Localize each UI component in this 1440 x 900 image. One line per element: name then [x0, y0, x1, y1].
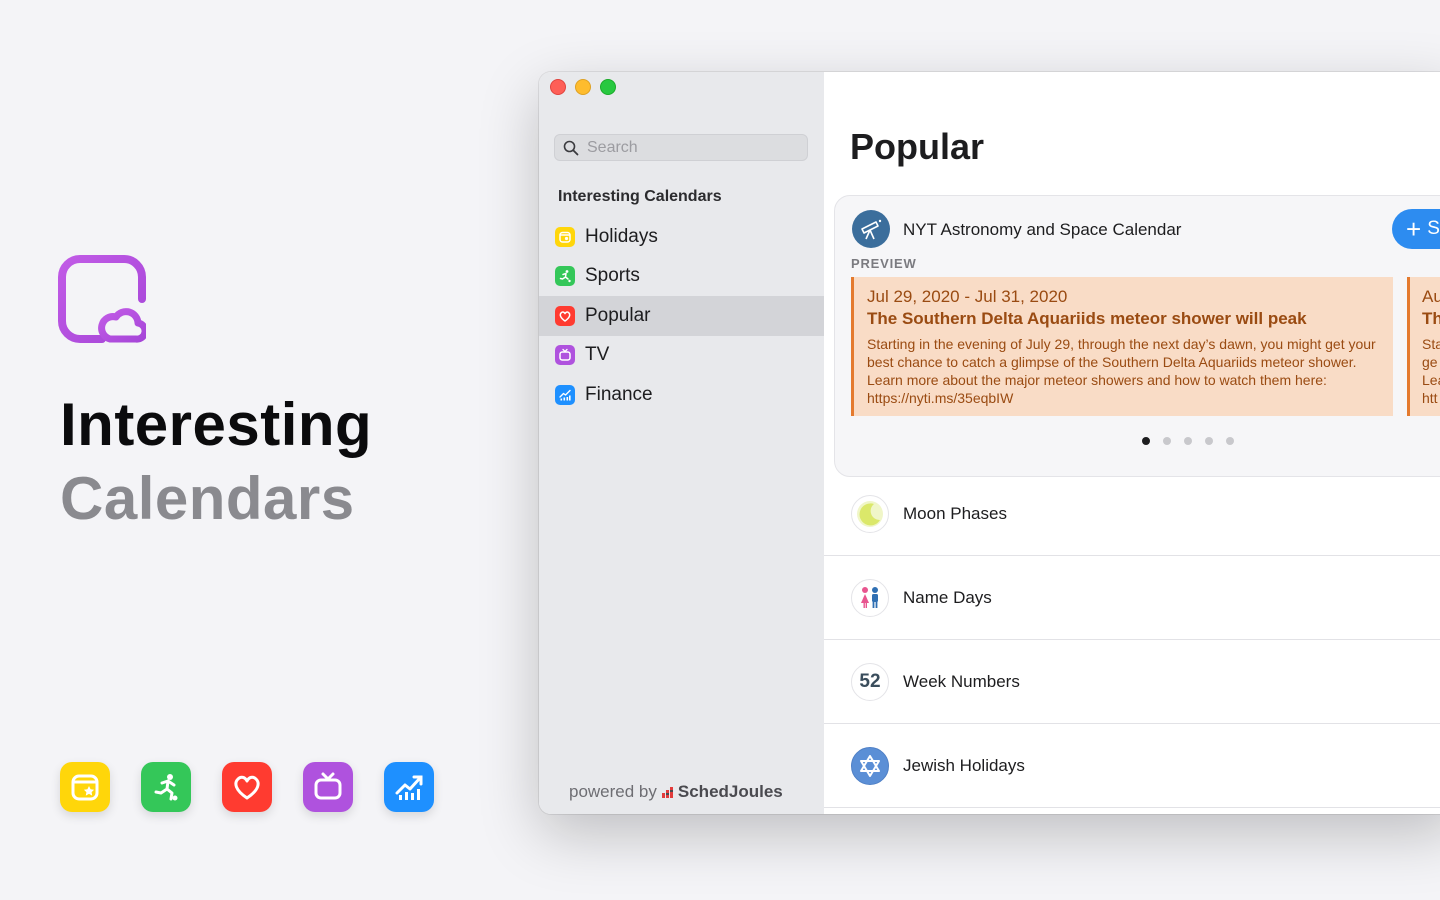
sidebar-item-popular[interactable]: Popular	[539, 296, 824, 336]
holidays-icon	[555, 226, 575, 247]
event-description-line: ge	[1422, 354, 1438, 370]
calendar-row-moon-phases[interactable]: Moon Phases	[824, 472, 1440, 556]
brand-name: SchedJoules	[677, 782, 783, 801]
moon-icon	[851, 494, 889, 533]
event-description: Starting in the evening of July 29, thro…	[867, 336, 1376, 406]
sports-icon	[555, 266, 575, 287]
telescope-icon	[852, 210, 890, 248]
tv-app-icon	[303, 762, 353, 812]
subscribe-button-label: S	[1427, 218, 1440, 239]
heart-icon	[555, 305, 575, 326]
page-dot[interactable]	[1184, 437, 1192, 445]
schedjoules-logo-icon	[661, 787, 673, 798]
window-controls	[550, 79, 616, 95]
search-field[interactable]	[554, 134, 808, 161]
preview-label: PREVIEW	[851, 256, 917, 271]
zoom-window-button[interactable]	[600, 79, 616, 95]
event-description-line: htt	[1422, 390, 1438, 406]
powered-by[interactable]: powered by SchedJoules	[569, 782, 783, 802]
sidebar-item-sports[interactable]: Sports	[539, 257, 824, 297]
hero-title-line2: Calendars	[60, 465, 355, 532]
people-icon	[851, 578, 889, 617]
sidebar-list: Holidays Sports Popular TV Finance	[539, 217, 824, 415]
sidebar-item-label: TV	[585, 344, 610, 366]
page-dot[interactable]	[1142, 437, 1150, 445]
popular-app-icon	[222, 762, 272, 812]
hero-title: Interesting Calendars	[60, 388, 372, 536]
event-description-line: Sta	[1422, 336, 1440, 352]
main-content: Popular NYT Astronomy and Space Calendar…	[824, 72, 1440, 814]
sidebar-item-label: Sports	[585, 265, 640, 287]
sidebar-section-title: Interesting Calendars	[558, 188, 722, 205]
app-window: Interesting Calendars Holidays Sports Po…	[539, 72, 1440, 814]
app-icon-row	[60, 762, 434, 812]
page-dot[interactable]	[1226, 437, 1234, 445]
week-number-icon: 52	[851, 662, 889, 701]
sidebar-item-finance[interactable]: Finance	[539, 375, 824, 415]
week-number-badge: 52	[859, 670, 881, 692]
preview-event-next: Au Th Sta ge Lea htt	[1407, 277, 1440, 416]
hero-title-line1: Interesting	[60, 391, 373, 458]
sidebar-item-tv[interactable]: TV	[539, 336, 824, 376]
event-date: Jul 29, 2020 - Jul 31, 2020	[867, 287, 1068, 306]
sports-app-icon	[141, 762, 191, 812]
sidebar: Interesting Calendars Holidays Sports Po…	[539, 72, 825, 814]
sidebar-item-label: Holidays	[585, 225, 658, 247]
sidebar-item-label: Finance	[585, 383, 653, 405]
calendar-row-week-numbers[interactable]: 52 Week Numbers	[824, 640, 1440, 724]
sidebar-item-label: Popular	[585, 304, 651, 326]
plus-icon: +	[1406, 214, 1422, 244]
calendar-name: Name Days	[903, 587, 992, 607]
sidebar-item-holidays[interactable]: Holidays	[539, 217, 824, 257]
chart-icon	[555, 384, 575, 405]
tv-icon	[555, 345, 575, 366]
search-icon	[563, 140, 579, 155]
event-title: Th	[1422, 309, 1440, 328]
powered-by-text: powered by	[569, 782, 657, 801]
page-dot[interactable]	[1163, 437, 1171, 445]
page-indicator	[1142, 437, 1234, 445]
event-description-line: Lea	[1422, 372, 1440, 388]
search-input[interactable]	[585, 137, 799, 158]
calendar-name: Week Numbers	[903, 671, 1020, 691]
calendar-name: Moon Phases	[903, 503, 1007, 523]
preview-event: Jul 29, 2020 - Jul 31, 2020 The Southern…	[851, 277, 1393, 416]
featured-calendar-name: NYT Astronomy and Space Calendar	[903, 220, 1182, 239]
star-of-david-icon	[851, 746, 889, 785]
minimize-window-button[interactable]	[575, 79, 591, 95]
app-logo-icon	[58, 255, 149, 343]
event-title: The Southern Delta Aquariids meteor show…	[867, 309, 1307, 328]
close-window-button[interactable]	[550, 79, 566, 95]
event-description: Sta ge Lea htt	[1422, 335, 1440, 407]
page-dot[interactable]	[1205, 437, 1213, 445]
page-title: Popular	[850, 126, 985, 167]
holidays-app-icon	[60, 762, 110, 812]
finance-app-icon	[384, 762, 434, 812]
calendar-name: Jewish Holidays	[903, 755, 1025, 775]
calendar-row-jewish-holidays[interactable]: Jewish Holidays	[824, 724, 1440, 808]
subscribe-button[interactable]: + S	[1392, 209, 1440, 249]
event-date: Au	[1422, 287, 1440, 306]
featured-calendar-card[interactable]: NYT Astronomy and Space Calendar + S PRE…	[834, 195, 1440, 477]
calendar-row-name-days[interactable]: Name Days	[824, 556, 1440, 640]
